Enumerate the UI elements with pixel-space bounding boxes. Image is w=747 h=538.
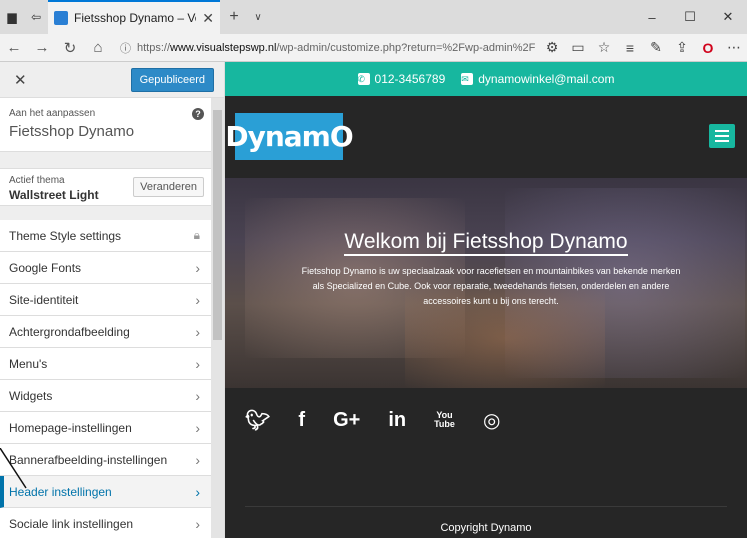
menu-item-label: Sociale link instellingen bbox=[9, 516, 134, 531]
chevron-right-icon: › bbox=[195, 419, 200, 436]
url-prefix: https:// bbox=[137, 41, 171, 54]
more-icon[interactable]: ⋯ bbox=[721, 39, 747, 56]
chevron-down-icon[interactable]: ∨ bbox=[248, 0, 268, 34]
tab-preview-icon[interactable]: ▆ bbox=[0, 0, 24, 34]
customizer-header: ✕ Gepubliceerd bbox=[0, 62, 224, 98]
menu-item-background[interactable]: Achtergrondafbeelding › bbox=[0, 316, 212, 348]
menu-item-site-identity[interactable]: Site-identiteit › bbox=[0, 284, 212, 316]
forward-icon[interactable]: → bbox=[28, 39, 56, 56]
favorite-star-icon[interactable]: ☆ bbox=[591, 39, 617, 56]
copyright-text: Copyright Dynamo bbox=[440, 522, 532, 534]
mail-icon: ✉ bbox=[461, 73, 474, 85]
publish-button[interactable]: Gepubliceerd bbox=[130, 67, 214, 92]
menu-item-label: Achtergrondafbeelding bbox=[9, 324, 130, 339]
linkedin-icon[interactable]: in bbox=[388, 409, 406, 432]
site-header: DynamO bbox=[225, 96, 747, 178]
youtube-icon[interactable]: You Tube bbox=[434, 411, 455, 429]
site-logo[interactable]: DynamO bbox=[225, 113, 354, 160]
email-contact: ✉ dynamowinkel@mail.com bbox=[461, 72, 614, 86]
menu-item-label: Google Fonts bbox=[9, 260, 82, 275]
hero-text: Fietsshop Dynamo is uw speciaalzaak voor… bbox=[301, 266, 681, 306]
pen-icon[interactable]: ✎ bbox=[643, 39, 669, 56]
extension-icon[interactable]: ⚙ bbox=[539, 39, 565, 56]
menu-item-label: Theme Style settings bbox=[9, 228, 122, 243]
menu-item-homepage[interactable]: Homepage-instellingen › bbox=[0, 412, 212, 444]
google-plus-icon[interactable]: G+ bbox=[333, 409, 360, 432]
favicon-icon bbox=[54, 11, 68, 25]
contact-strip: ✆ 012-3456789 ✉ dynamowinkel@mail.com bbox=[225, 62, 747, 96]
menu-item-google-fonts[interactable]: Google Fonts › bbox=[0, 252, 212, 284]
phone-contact: ✆ 012-3456789 bbox=[357, 72, 446, 86]
url-field[interactable]: ⓘ https://www.visualstepswp.nl/wp-admin/… bbox=[120, 37, 539, 59]
menu-item-widgets[interactable]: Widgets › bbox=[0, 380, 212, 412]
favorites-hub-icon[interactable]: ≡ bbox=[617, 40, 643, 56]
menu-item-label: Site-identiteit bbox=[9, 292, 79, 307]
hero-title: Welkom bij Fietsshop Dynamo bbox=[225, 230, 747, 256]
info-icon[interactable]: ⓘ bbox=[120, 40, 131, 56]
url-domain: www.visualstepswp.nl bbox=[170, 41, 277, 54]
reading-view-icon[interactable]: ▭ bbox=[565, 39, 591, 56]
site-name: Fietsshop Dynamo bbox=[9, 123, 135, 140]
chevron-right-icon: › bbox=[195, 323, 200, 340]
chevron-right-icon: › bbox=[195, 355, 200, 372]
menu-item-label: Homepage-instellingen bbox=[9, 420, 132, 435]
annotation-pointer-line bbox=[0, 448, 27, 489]
active-theme-section: Actief thema Wallstreet Light Veranderen bbox=[0, 168, 212, 206]
new-tab-icon[interactable]: + bbox=[220, 0, 248, 34]
chevron-right-icon: › bbox=[195, 259, 200, 276]
social-links: 🐦︎ f G+ in You Tube ◎ bbox=[225, 388, 747, 452]
browser-tab[interactable]: Fietsshop Dynamo – Vo ✕ bbox=[48, 0, 220, 34]
scrollbar-thumb[interactable] bbox=[213, 110, 222, 340]
opera-icon[interactable]: O bbox=[695, 40, 721, 56]
menu-item-label: Menu's bbox=[9, 356, 48, 371]
menu-item-theme-style[interactable]: Theme Style settings 🔒︎ bbox=[0, 220, 212, 252]
chevron-right-icon: › bbox=[195, 515, 200, 532]
menu-item-label: Widgets bbox=[9, 388, 53, 403]
chevron-right-icon: › bbox=[195, 387, 200, 404]
help-icon[interactable]: ? bbox=[192, 108, 204, 120]
twitter-icon[interactable]: 🐦︎ bbox=[245, 408, 270, 433]
site-preview: ✆ 012-3456789 ✉ dynamowinkel@mail.com Dyna… bbox=[225, 62, 747, 538]
close-customizer-icon[interactable]: ✕ bbox=[14, 71, 27, 89]
home-icon[interactable]: ⌂ bbox=[84, 39, 112, 56]
hamburger-menu-icon[interactable] bbox=[709, 124, 735, 148]
phone-icon: ✆ bbox=[357, 73, 370, 85]
url-path: /wp-admin/customize.php?return=%2Fwp-adm… bbox=[276, 41, 536, 54]
set-aside-tabs-icon[interactable]: ⇦ bbox=[24, 0, 48, 34]
lock-icon: 🔒︎ bbox=[193, 228, 200, 242]
footer-divider bbox=[245, 506, 727, 507]
minimize-button[interactable]: – bbox=[633, 0, 671, 34]
address-bar: ← → ↻ ⌂ ⓘ https://www.visualstepswp.nl/w… bbox=[0, 34, 747, 62]
phone-number: 012-3456789 bbox=[374, 72, 446, 86]
maximize-button[interactable]: ☐ bbox=[671, 0, 709, 34]
facebook-icon[interactable]: f bbox=[298, 409, 305, 432]
share-icon[interactable]: ⇪ bbox=[669, 39, 695, 56]
instagram-icon[interactable]: ◎ bbox=[483, 408, 500, 433]
chevron-right-icon: › bbox=[195, 483, 200, 500]
customizing-info: Aan het aanpassen Fietsshop Dynamo ? bbox=[0, 98, 212, 152]
close-window-button[interactable]: ✕ bbox=[709, 0, 747, 34]
email-address: dynamowinkel@mail.com bbox=[478, 72, 615, 86]
menu-item-menus[interactable]: Menu's › bbox=[0, 348, 212, 380]
refresh-icon[interactable]: ↻ bbox=[56, 39, 84, 57]
browser-tab-bar: ▆ ⇦ Fietsshop Dynamo – Vo ✕ + ∨ – ☐ ✕ bbox=[0, 0, 747, 34]
change-theme-button[interactable]: Veranderen bbox=[133, 177, 204, 197]
chevron-right-icon: › bbox=[195, 291, 200, 308]
chevron-right-icon: › bbox=[195, 451, 200, 468]
sidebar-scrollbar[interactable] bbox=[211, 98, 224, 538]
menu-item-social-links[interactable]: Sociale link instellingen › bbox=[0, 508, 212, 538]
back-icon[interactable]: ← bbox=[0, 39, 28, 56]
hero-banner: Welkom bij Fietsshop Dynamo Fietsshop Dy… bbox=[225, 178, 747, 388]
close-tab-icon[interactable]: ✕ bbox=[202, 10, 214, 27]
tab-title: Fietsshop Dynamo – Vo bbox=[74, 11, 197, 25]
customizing-label: Aan het aanpassen bbox=[9, 108, 96, 119]
